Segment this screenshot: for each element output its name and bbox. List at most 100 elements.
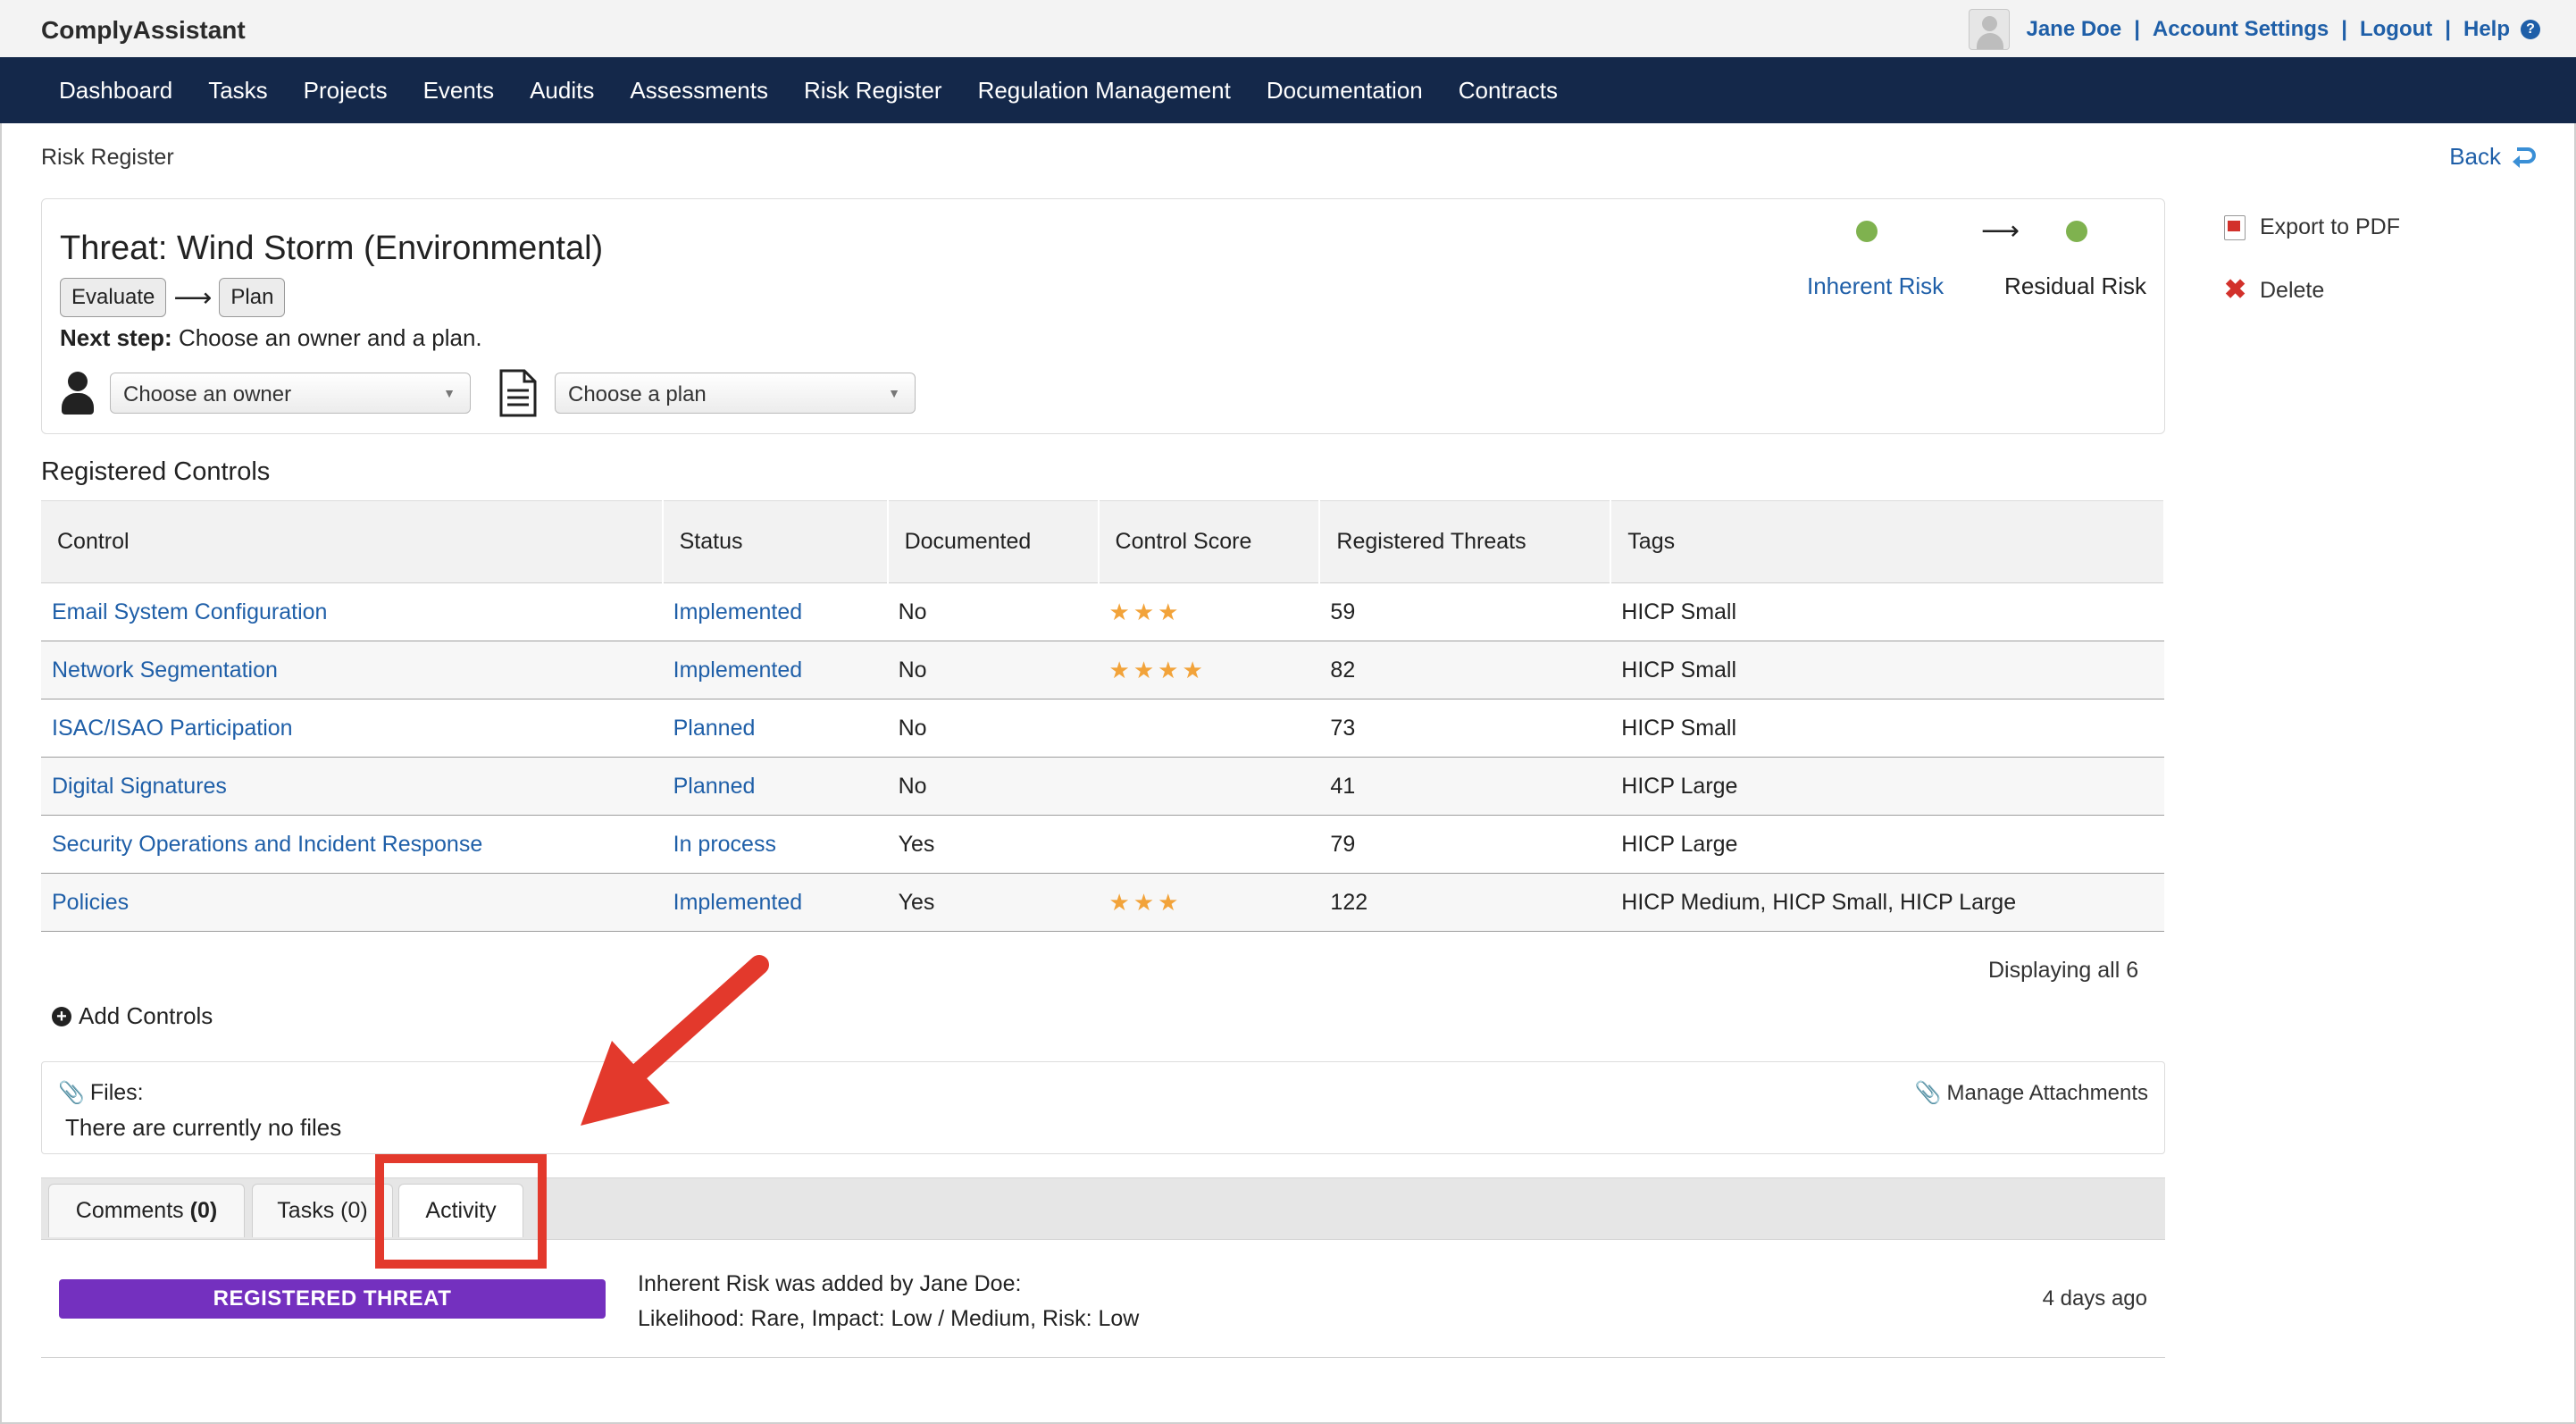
tags-cell: HICP Medium, HICP Small, HICP Large xyxy=(1610,873,2164,932)
caret-down-icon: ▼ xyxy=(888,386,900,400)
pdf-icon xyxy=(2224,214,2246,240)
person-icon xyxy=(60,372,96,415)
column-header-status[interactable]: Status xyxy=(662,500,889,583)
plan-select-value: Choose a plan xyxy=(568,382,707,406)
files-label: Files: xyxy=(89,1080,144,1105)
owner-plan-row: Choose an owner ▼ Choose a plan ▼ xyxy=(60,369,916,417)
evaluate-step[interactable]: Evaluate xyxy=(60,278,167,317)
avatar xyxy=(1969,9,2011,50)
registered-threats-cell: 122 xyxy=(1319,873,1611,932)
nav-contracts[interactable]: Contracts xyxy=(1459,77,1558,105)
tabs-bar: Comments (0) Tasks (0) Activity xyxy=(41,1177,2165,1240)
column-header-documented[interactable]: Documented xyxy=(887,500,1100,583)
back-label: Back xyxy=(2449,143,2501,170)
manage-attachments-link[interactable]: 📎 Manage Attachments xyxy=(1915,1080,2148,1106)
owner-select[interactable]: Choose an owner ▼ xyxy=(110,373,471,414)
add-controls-button[interactable]: + Add Controls xyxy=(52,1002,213,1030)
table-header-row: Control Status Documented Control Score … xyxy=(41,500,2165,583)
nav-regulation-management[interactable]: Regulation Management xyxy=(978,77,1231,105)
plan-select[interactable]: Choose a plan ▼ xyxy=(555,373,916,414)
control-link[interactable]: Email System Configuration xyxy=(52,599,327,624)
separator: | xyxy=(2341,17,2347,41)
activity-line-2: Likelihood: Rare, Impact: Low / Medium, … xyxy=(638,1306,1140,1331)
control-link[interactable]: Digital Signatures xyxy=(52,774,227,799)
inherent-risk-link[interactable]: Inherent Risk xyxy=(1807,272,1944,300)
next-step-label: Next step: xyxy=(60,324,172,351)
delete-x-icon: ✖ xyxy=(2224,274,2247,305)
status-link[interactable]: Planned xyxy=(673,716,756,741)
activity-line-1: Inherent Risk was added by Jane Doe: xyxy=(638,1271,1022,1296)
nav-risk-register[interactable]: Risk Register xyxy=(804,77,942,105)
table-row: ISAC/ISAO Participation Planned No 73 HI… xyxy=(41,699,2164,758)
tab-tasks[interactable]: Tasks (0) xyxy=(252,1184,393,1237)
nav-dashboard[interactable]: Dashboard xyxy=(59,77,172,105)
registered-threat-badge: REGISTERED THREAT xyxy=(59,1279,606,1319)
column-header-tags[interactable]: Tags xyxy=(1610,500,2165,583)
column-header-registered-threats[interactable]: Registered Threats xyxy=(1319,500,1612,583)
nav-events[interactable]: Events xyxy=(423,77,495,105)
export-pdf-button[interactable]: Export to PDF xyxy=(2224,214,2400,240)
logout-link[interactable]: Logout xyxy=(2360,17,2432,42)
user-links: Jane Doe | Account Settings | Logout | H… xyxy=(1969,7,2540,52)
activity-description: Inherent Risk was added by Jane Doe: Lik… xyxy=(638,1267,1139,1336)
export-pdf-label: Export to PDF xyxy=(2260,214,2400,239)
status-link[interactable]: Implemented xyxy=(673,599,803,624)
app-logo[interactable]: ComplyAssistant xyxy=(41,16,246,45)
nav-audits[interactable]: Audits xyxy=(530,77,594,105)
control-score-stars: ★★★ xyxy=(1108,598,1183,625)
owner-select-value: Choose an owner xyxy=(123,382,292,406)
documented-cell: No xyxy=(887,641,1099,699)
user-name-link[interactable]: Jane Doe xyxy=(2026,17,2121,42)
registered-threats-cell: 41 xyxy=(1319,757,1611,816)
workflow-steps: Evaluate ⟶ Plan xyxy=(60,278,286,317)
threat-title: Threat: Wind Storm (Environmental) xyxy=(60,230,604,267)
tab-comments-count: (0) xyxy=(189,1198,218,1223)
column-header-control-score[interactable]: Control Score xyxy=(1098,500,1321,583)
back-button[interactable]: Back xyxy=(2449,143,2537,171)
documented-cell: Yes xyxy=(887,873,1099,932)
add-controls-label: Add Controls xyxy=(79,1002,213,1029)
status-link[interactable]: Implemented xyxy=(673,890,803,915)
caret-down-icon: ▼ xyxy=(443,386,456,400)
residual-risk-label: Residual Risk xyxy=(2004,272,2146,299)
manage-attachments-label: Manage Attachments xyxy=(1946,1080,2148,1105)
control-link[interactable]: ISAC/ISAO Participation xyxy=(52,716,293,741)
separator: | xyxy=(2134,17,2140,41)
table-row: Network Segmentation Implemented No ★★★★… xyxy=(41,641,2164,699)
displaying-count: Displaying all 6 xyxy=(1988,958,2139,983)
table-row: Email System Configuration Implemented N… xyxy=(41,582,2164,641)
status-link[interactable]: Implemented xyxy=(673,658,803,683)
tab-tasks-label: Tasks (0) xyxy=(277,1198,368,1223)
document-icon xyxy=(499,369,537,417)
plan-step[interactable]: Plan xyxy=(219,278,286,317)
registered-threats-cell: 79 xyxy=(1319,815,1611,874)
tab-comments[interactable]: Comments (0) xyxy=(48,1184,245,1237)
help-link[interactable]: Help xyxy=(2463,17,2510,42)
paperclip-icon: 📎 xyxy=(1914,1081,1942,1105)
nav-documentation[interactable]: Documentation xyxy=(1267,77,1423,105)
controls-table: Control Status Documented Control Score … xyxy=(41,500,2165,932)
status-link[interactable]: In process xyxy=(673,832,776,857)
paperclip-icon: 📎 xyxy=(58,1081,85,1105)
account-settings-link[interactable]: Account Settings xyxy=(2153,17,2329,42)
documented-cell: No xyxy=(887,699,1099,758)
nav-projects[interactable]: Projects xyxy=(304,77,388,105)
delete-button[interactable]: ✖ Delete xyxy=(2224,274,2400,305)
registered-threats-cell: 73 xyxy=(1319,699,1611,758)
status-link[interactable]: Planned xyxy=(673,774,756,799)
registered-threats-cell: 82 xyxy=(1319,641,1611,699)
control-link[interactable]: Security Operations and Incident Respons… xyxy=(52,832,482,857)
control-link[interactable]: Network Segmentation xyxy=(52,658,278,683)
column-header-control[interactable]: Control xyxy=(41,500,664,583)
help-icon[interactable]: ? xyxy=(2521,20,2540,39)
annotation-arrow-icon xyxy=(581,955,769,1126)
back-arrow-icon xyxy=(2513,147,2536,168)
nav-tasks[interactable]: Tasks xyxy=(208,77,267,105)
control-link[interactable]: Policies xyxy=(52,890,129,915)
nav-assessments[interactable]: Assessments xyxy=(630,77,768,105)
control-score-stars: ★★★ xyxy=(1108,888,1183,916)
main-nav: Dashboard Tasks Projects Events Audits A… xyxy=(0,57,2576,123)
table-row: Digital Signatures Planned No 41 HICP La… xyxy=(41,757,2164,816)
breadcrumb: Risk Register xyxy=(41,145,174,170)
residual-risk-dot xyxy=(2066,221,2087,242)
